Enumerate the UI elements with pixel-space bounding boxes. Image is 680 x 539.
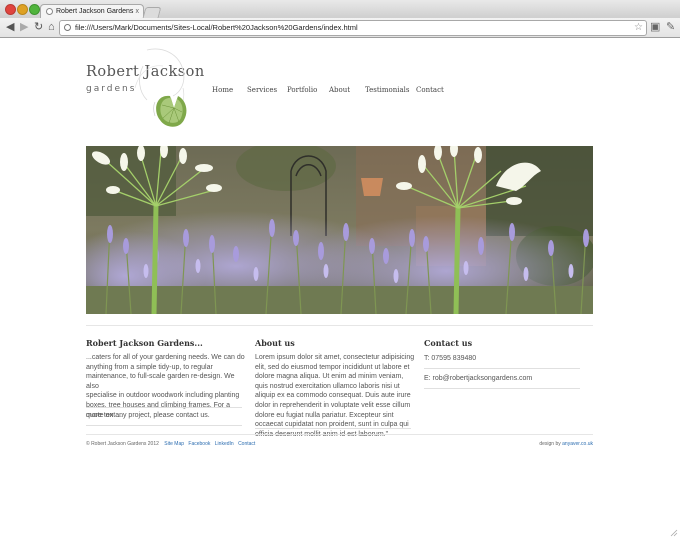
back-arrow-icon[interactable]: ◀ xyxy=(6,21,14,33)
tab-close-icon[interactable]: x xyxy=(136,5,140,19)
footer-divider xyxy=(86,434,593,435)
minimize-window-button[interactable] xyxy=(17,4,28,15)
tab-title: Robert Jackson Gardens xyxy=(56,8,134,15)
footer-designer-link[interactable]: anyaver.co.uk xyxy=(562,441,593,447)
about-heading: About us xyxy=(255,338,295,348)
lily-pad-logo-icon xyxy=(134,48,187,127)
text-line: elit, sed do eiusmod tempor incididunt u… xyxy=(255,363,410,371)
footer-link-facebook[interactable]: Facebook xyxy=(188,441,210,447)
text-line: boxes, tree houses and climbing frames. … xyxy=(86,401,230,409)
footer-link-linkedin[interactable]: LinkedIn xyxy=(215,441,234,447)
wrench-icon[interactable]: ✎ xyxy=(666,21,675,33)
section-divider xyxy=(86,325,593,326)
page-info-icon[interactable] xyxy=(64,24,71,31)
nav-link-testimonials[interactable]: Testimonials xyxy=(365,86,410,94)
footer-copyright: © Robert Jackson Gardens 2012 xyxy=(86,441,159,447)
reload-icon[interactable]: ↻ xyxy=(34,21,43,33)
footer-link-contact[interactable]: Contact xyxy=(238,441,255,447)
footer-left: © Robert Jackson Gardens 2012 Site Map F… xyxy=(86,441,255,447)
text-line: aliquip ex ea commodo consequat. Duis au… xyxy=(255,392,411,400)
more-text-link[interactable]: more text ... xyxy=(86,412,123,419)
text-line: ...caters for all of your gardening need… xyxy=(86,354,245,361)
nav-link-services[interactable]: Services xyxy=(247,86,277,94)
home-icon[interactable]: ⌂ xyxy=(48,21,55,33)
hero-garden-image xyxy=(86,146,593,314)
contact-heading: Contact us xyxy=(424,338,473,348)
about-divider xyxy=(255,428,411,429)
footer-design-label: design by xyxy=(539,441,561,447)
intro-divider xyxy=(86,407,242,408)
about-text: Lorem ipsum dolor sit amet, consectetur … xyxy=(255,353,417,439)
text-line: dolor in reprehenderit in voluptate veli… xyxy=(255,401,411,409)
text-line: maintenance, to full-scale garden re-des… xyxy=(86,373,235,390)
footer-link-site-map[interactable]: Site Map xyxy=(164,441,184,447)
contact-divider xyxy=(424,368,580,369)
site-logo-subtitle: gardens xyxy=(86,84,137,94)
resize-grip-icon[interactable] xyxy=(670,529,678,537)
intro-divider-bottom xyxy=(86,425,242,426)
intro-heading: Robert Jackson Gardens... xyxy=(86,338,203,348)
close-window-button[interactable] xyxy=(5,4,16,15)
text-line: dolore magna aliqua. Ut enim ad minim ve… xyxy=(255,373,404,381)
contact-divider-bottom xyxy=(424,388,580,389)
nav-link-portfolio[interactable]: Portfolio xyxy=(287,86,317,94)
bookmark-star-icon[interactable]: ☆ xyxy=(634,21,643,35)
browser-titlebar: Robert Jackson Gardens x xyxy=(0,0,680,19)
nav-link-about[interactable]: About xyxy=(329,86,350,94)
page-favicon-icon xyxy=(46,8,53,15)
text-line: anything from a simple tidy-up, to regul… xyxy=(86,363,213,371)
text-line: Lorem ipsum dolor sit amet, consectetur … xyxy=(255,354,415,361)
nav-link-contact[interactable]: Contact xyxy=(416,86,444,94)
intro-text: ...caters for all of your gardening need… xyxy=(86,353,246,420)
text-line: quis nostrud exercitation ullamco labori… xyxy=(255,382,400,390)
contact-phone: T: 07595 839480 xyxy=(424,355,477,362)
address-bar[interactable]: file:///Users/Mark/Documents/Sites-Local… xyxy=(59,20,647,36)
browser-tab[interactable]: Robert Jackson Gardens x xyxy=(40,4,144,19)
forward-arrow-icon[interactable]: ▶ xyxy=(20,21,28,33)
page-menu-icon[interactable]: ▣ xyxy=(650,21,660,33)
contact-email[interactable]: E: rob@robertjacksongardens.com xyxy=(424,374,532,384)
browser-toolbar: ◀ ▶ ↻ ⌂ file:///Users/Mark/Documents/Sit… xyxy=(0,18,680,38)
new-tab-button[interactable] xyxy=(142,7,162,18)
text-line: specialise in outdoor woodwork including… xyxy=(86,392,240,400)
url-text[interactable]: file:///Users/Mark/Documents/Sites-Local… xyxy=(75,21,358,35)
zoom-window-button[interactable] xyxy=(29,4,40,15)
footer-right: design by anyaver.co.uk xyxy=(539,441,593,447)
text-line: dolore eu fugiat nulla pariatur. Excepte… xyxy=(255,411,394,419)
nav-link-home[interactable]: Home xyxy=(212,86,233,94)
